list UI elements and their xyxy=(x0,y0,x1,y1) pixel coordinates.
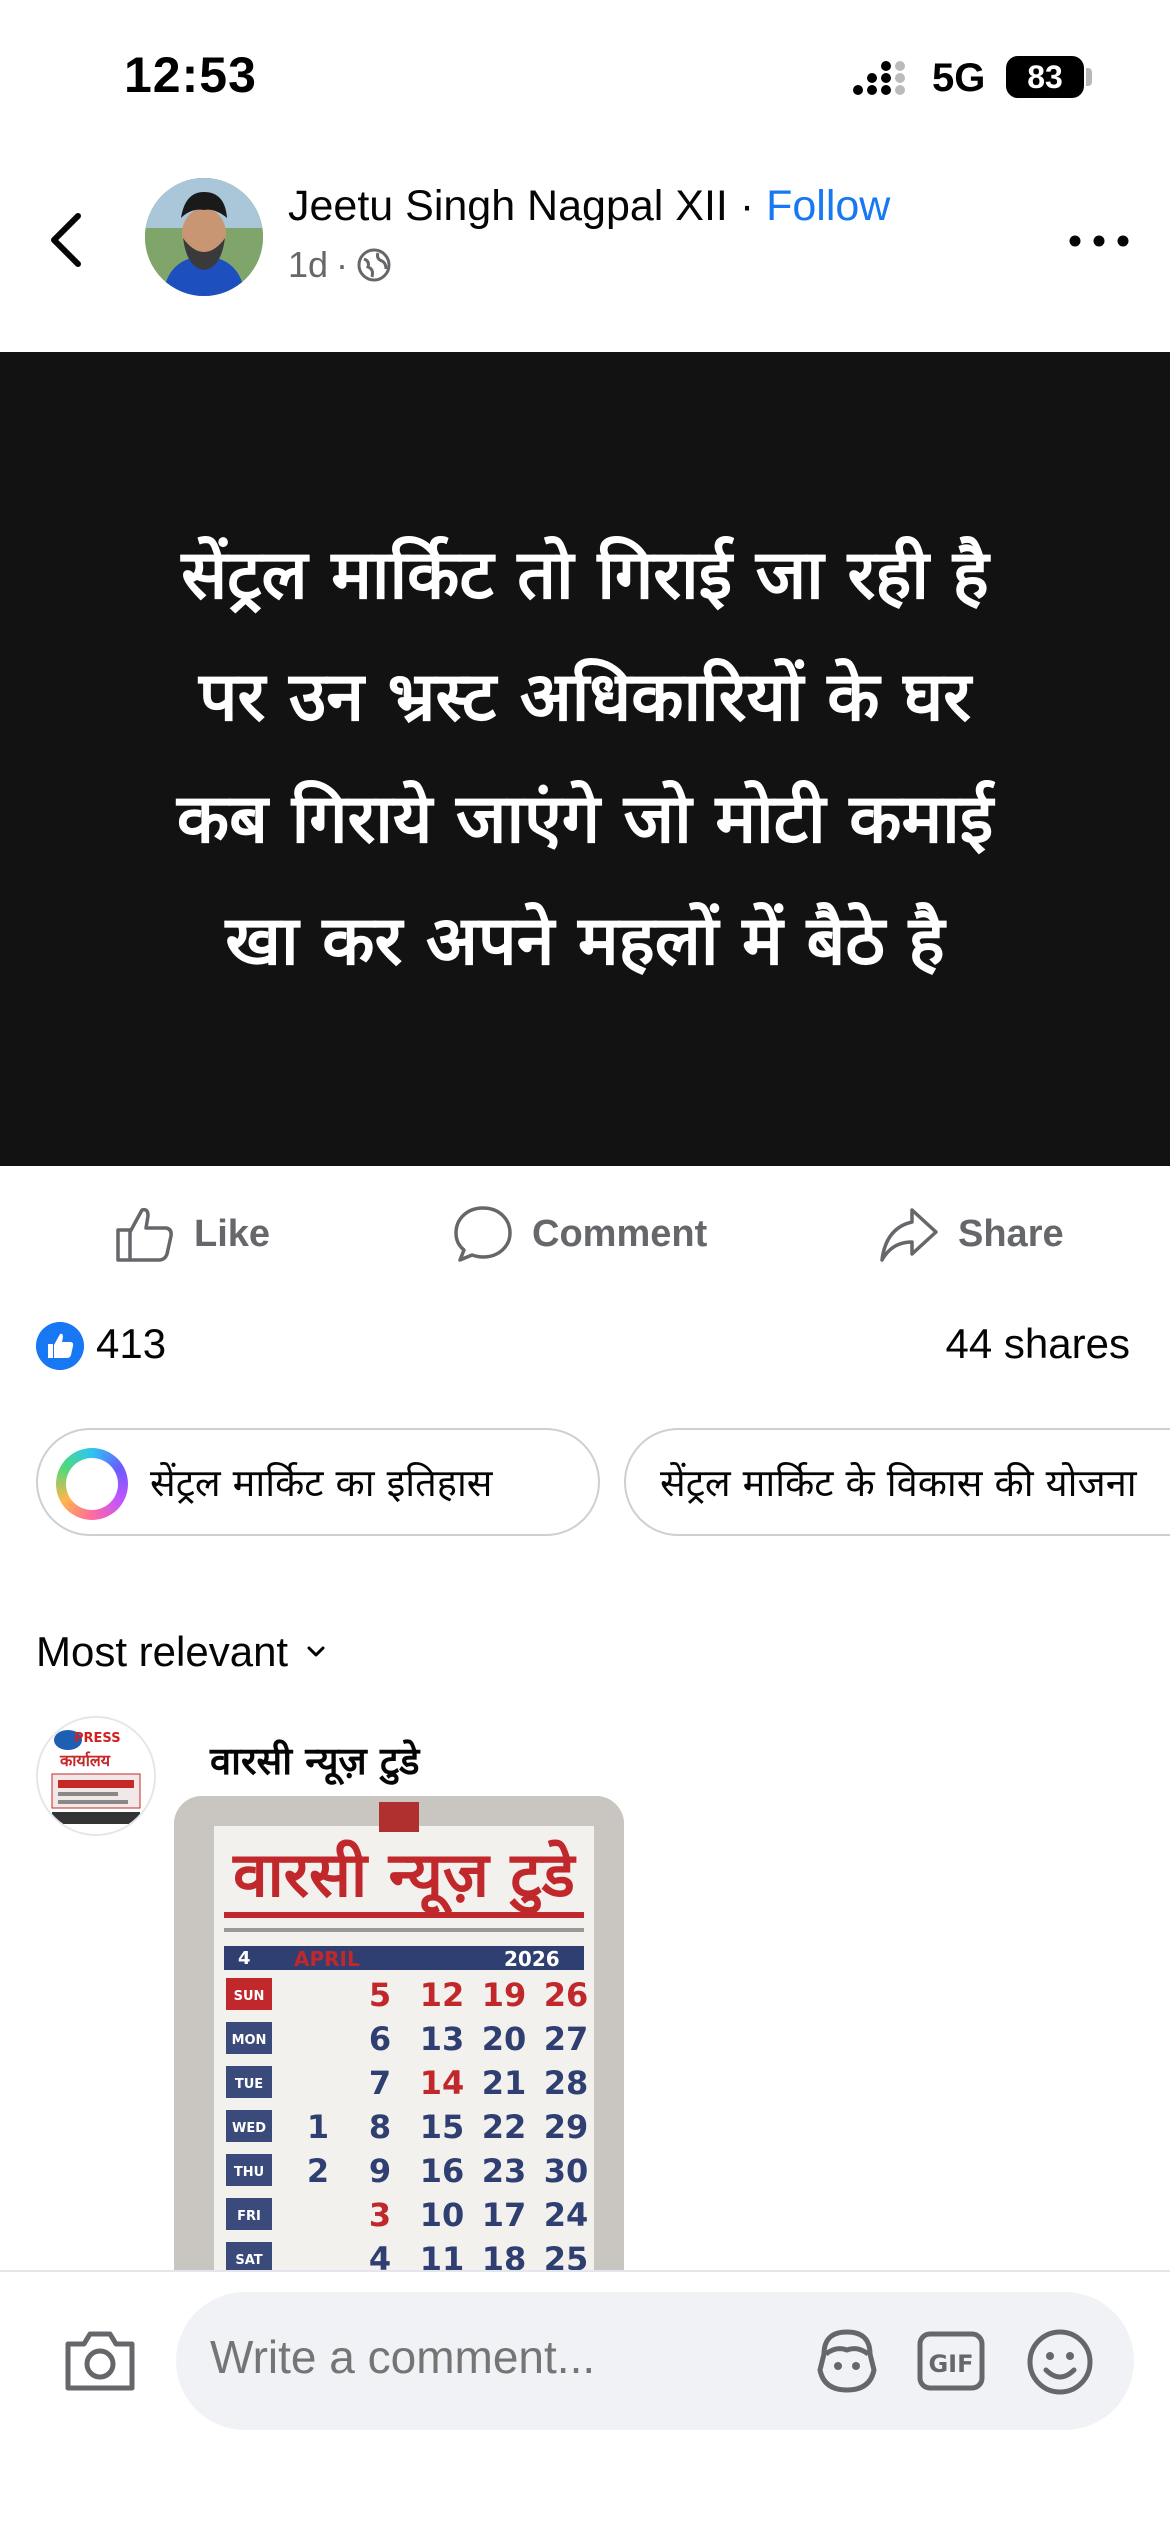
share-button[interactable]: Share xyxy=(878,1184,1064,1284)
calendar-day-label: THU xyxy=(234,2165,264,2180)
post-actions: Like Comment Share xyxy=(0,1184,1170,1284)
chevron-down-icon xyxy=(307,1646,325,1657)
calendar-date: 3 xyxy=(369,2196,391,2234)
calendar-year: 2026 xyxy=(504,1947,560,1971)
topic-chip[interactable]: सेंट्रल मार्किट के विकास की योजना xyxy=(624,1428,1170,1536)
calendar-date: 29 xyxy=(544,2108,589,2146)
avatar-text: कार्यालय xyxy=(59,1751,111,1770)
globe-icon xyxy=(357,248,391,282)
calendar-day-label: WED xyxy=(232,2121,266,2136)
author-avatar[interactable] xyxy=(145,178,263,296)
battery-cap xyxy=(1086,68,1092,86)
calendar-date: 5 xyxy=(369,1976,391,2014)
commenter-avatar[interactable]: PRESS कार्यालय xyxy=(36,1716,156,1836)
calendar-title: वारसी न्यूज़ टुडे xyxy=(232,1838,577,1915)
status-bar: 12:53 5G 83 xyxy=(0,0,1170,150)
post-image[interactable]: सेंट्रल मार्किट तो गिराई जा रही है पर उन… xyxy=(0,352,1170,1166)
calendar-date: 30 xyxy=(544,2152,589,2190)
calendar-date: 26 xyxy=(544,1976,589,2014)
signal-icon xyxy=(853,61,905,95)
like-count: 413 xyxy=(96,1320,167,1367)
calendar-image: वारसी न्यूज़ टुडे 4 APRIL 2026 SUN 5 12 19 2… xyxy=(174,1796,624,2276)
back-icon[interactable] xyxy=(40,200,100,280)
post-image-line: सेंट्रल मार्किट तो गिराई जा रही है xyxy=(181,536,989,615)
like-reaction-icon xyxy=(36,1322,84,1370)
status-time: 12:53 xyxy=(124,47,257,103)
post-header: Jeetu Singh Nagpal XII · Follow 1d · xyxy=(0,160,1170,320)
emoji-icon[interactable] xyxy=(1024,2326,1096,2398)
calendar-date: 13 xyxy=(420,2020,465,2058)
separator-dot: · xyxy=(739,182,755,230)
post-image-line: खा कर अपने महलों में बैठे है xyxy=(225,902,945,981)
calendar-date: 22 xyxy=(482,2108,527,2146)
calendar-day-label: SUN xyxy=(234,1989,265,2004)
topic-chips: सेंट्रल मार्किट का इतिहास सेंट्रल मार्कि… xyxy=(0,1428,1170,1536)
author-name[interactable]: Jeetu Singh Nagpal XII xyxy=(288,182,728,230)
battery-indicator: 83 xyxy=(1006,56,1084,98)
commenter-name[interactable]: वारसी न्यूज़ टुडे xyxy=(210,1734,419,1786)
gif-label: GIF xyxy=(928,2350,973,2378)
topic-chip[interactable]: सेंट्रल मार्किट का इतिहास xyxy=(36,1428,600,1536)
avatar-badge-text: PRESS xyxy=(74,1731,121,1746)
calendar-date: 15 xyxy=(420,2108,465,2146)
comment-label: Comment xyxy=(532,1212,708,1255)
meta-dot: · xyxy=(336,244,349,285)
sort-label: Most relevant xyxy=(36,1628,289,1675)
calendar-date: 27 xyxy=(544,2020,589,2058)
like-icon xyxy=(116,1207,173,1262)
topic-chip-label: सेंट्रल मार्किट का इतिहास xyxy=(150,1461,493,1505)
calendar-date: 24 xyxy=(544,2196,589,2234)
calendar-month: APRIL xyxy=(294,1947,360,1971)
calendar-day-label: SAT xyxy=(235,2253,262,2268)
comment-composer: GIF xyxy=(0,2270,1170,2532)
calendar-date: 20 xyxy=(482,2020,527,2058)
more-icon[interactable] xyxy=(1064,226,1134,256)
calendar-date: 7 xyxy=(369,2064,391,2102)
calendar-date: 1 xyxy=(307,2108,329,2146)
topic-chip-label: सेंट्रल मार्किट के विकास की योजना xyxy=(660,1461,1137,1505)
calendar-day-label: FRI xyxy=(237,2209,261,2224)
avatar-sticker-icon[interactable] xyxy=(810,2324,884,2398)
post-meta: 1d · xyxy=(288,244,392,286)
post-image-line: पर उन भ्रस्ट अधिकारियों के घर xyxy=(198,658,972,737)
comment-button[interactable]: Comment xyxy=(452,1184,707,1284)
like-button[interactable]: Like xyxy=(114,1184,270,1284)
calendar-day-label: MON xyxy=(232,2033,267,2048)
comment-input-box[interactable]: GIF xyxy=(176,2292,1134,2430)
calendar-date: 17 xyxy=(482,2196,527,2234)
post-image-line: कब गिराये जाएंगे जो मोटी कमाई xyxy=(176,780,994,859)
comment-input[interactable] xyxy=(210,2330,750,2384)
calendar-date: 23 xyxy=(482,2152,527,2190)
share-icon xyxy=(880,1208,938,1262)
share-label: Share xyxy=(958,1212,1064,1255)
like-label: Like xyxy=(194,1212,271,1255)
comments-sort-dropdown[interactable]: Most relevant xyxy=(36,1628,326,1676)
calendar-date: 16 xyxy=(420,2152,465,2190)
calendar-date: 6 xyxy=(369,2020,391,2058)
calendar-date: 2 xyxy=(307,2152,329,2190)
post-age[interactable]: 1d xyxy=(288,244,328,286)
calendar-date: 10 xyxy=(420,2196,465,2234)
calendar-date: 12 xyxy=(420,1976,465,2014)
follow-button[interactable]: Follow xyxy=(766,182,890,230)
shares-count[interactable]: 44 shares xyxy=(946,1320,1130,1368)
calendar-date: 14 xyxy=(420,2064,465,2102)
network-type: 5G xyxy=(932,56,986,100)
calendar-date: 21 xyxy=(482,2064,527,2102)
calendar-day-label: TUE xyxy=(235,2077,263,2092)
calendar-date: 8 xyxy=(369,2108,391,2146)
calendar-date: 9 xyxy=(369,2152,391,2190)
meta-ai-icon xyxy=(56,1448,128,1520)
comment-icon xyxy=(454,1206,512,1262)
gif-icon[interactable]: GIF xyxy=(916,2326,986,2396)
calendar-date: 19 xyxy=(482,1976,527,2014)
comment-photo[interactable]: वारसी न्यूज़ टुडे 4 APRIL 2026 SUN 5 12 19 2… xyxy=(174,1796,624,2276)
post-author-line: Jeetu Singh Nagpal XII · Follow xyxy=(288,182,890,231)
camera-icon[interactable] xyxy=(58,2318,142,2402)
calendar-month-num: 4 xyxy=(238,1948,251,1969)
calendar-date: 28 xyxy=(544,2064,589,2102)
reactions-summary[interactable]: 413 44 shares xyxy=(0,1310,1170,1380)
